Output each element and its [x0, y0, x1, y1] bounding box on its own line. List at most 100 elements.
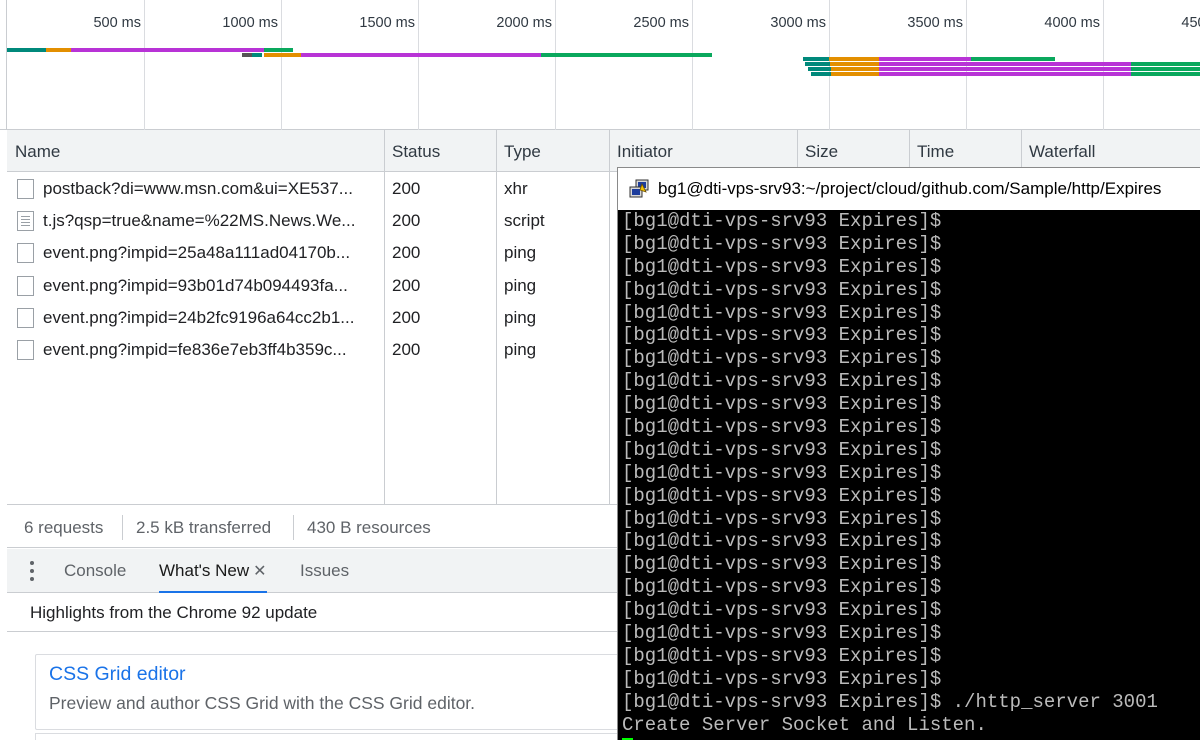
column-header-waterfall[interactable]: Waterfall: [1021, 130, 1200, 172]
terminal-window[interactable]: bg1@dti-vps-srv93:~/project/cloud/github…: [617, 167, 1200, 740]
timeline-bar-dns: [829, 57, 879, 61]
timeline-bar-download: [1131, 67, 1200, 71]
timeline-bar-waiting: [71, 48, 264, 52]
putty-app-icon: [629, 179, 649, 198]
overview-tick-label: 4000 ms: [1044, 15, 1100, 31]
terminal-line: [bg1@dti-vps-srv93 Expires]$: [622, 370, 942, 393]
column-header-time[interactable]: Time: [909, 130, 1021, 172]
timeline-bar-stalled: [803, 57, 829, 61]
terminal-line: [bg1@dti-vps-srv93 Expires]$: [622, 461, 942, 484]
overview-tick-label: 2000 ms: [496, 15, 552, 31]
terminal-line: [bg1@dti-vps-srv93 Expires]$: [622, 393, 942, 416]
tab-issues[interactable]: Issues: [300, 549, 349, 593]
request-status: 200: [392, 243, 421, 262]
request-name: event.png?impid=fe836e7eb3ff4b359c...: [43, 340, 347, 359]
overview-gridline: [692, 0, 693, 130]
summary-divider: [122, 515, 123, 540]
request-status: 200: [392, 211, 421, 230]
summary-divider: [293, 515, 294, 540]
tab-whats-new-label: What's New: [159, 561, 250, 580]
request-status: 200: [392, 308, 421, 327]
terminal-line: [bg1@dti-vps-srv93 Expires]$: [622, 484, 942, 507]
overview-tick-label: 1500 ms: [359, 15, 415, 31]
column-header-initiator[interactable]: Initiator: [609, 130, 797, 172]
request-name: postback?di=www.msn.com&ui=XE537...: [43, 179, 353, 198]
timeline-bar-dns: [46, 48, 71, 52]
terminal-line: [bg1@dti-vps-srv93 Expires]$: [622, 210, 942, 232]
request-type: script: [504, 211, 545, 230]
close-tab-icon[interactable]: ✕: [253, 563, 266, 580]
timeline-bar-waiting: [879, 67, 1131, 71]
overview-gridline: [555, 0, 556, 130]
request-type: ping: [504, 243, 537, 262]
overview-tick-label: 500 ms: [93, 15, 141, 31]
summary-transferred: 2.5 kB transferred: [136, 518, 272, 537]
script-file-icon: [17, 211, 34, 231]
terminal-line: [bg1@dti-vps-srv93 Expires]$: [622, 347, 942, 370]
column-header-status[interactable]: Status: [384, 130, 496, 172]
timeline-bar-dns: [264, 53, 301, 57]
request-name: t.js?qsp=true&name=%22MS.News.We...: [43, 211, 356, 230]
tab-console[interactable]: Console: [64, 549, 126, 593]
timeline-bar-download: [264, 48, 293, 52]
terminal-line: [bg1@dti-vps-srv93 Expires]$ ./http_serv…: [622, 690, 1158, 713]
overview-tick-label: 1000 ms: [222, 15, 278, 31]
overview-gridline: [418, 0, 419, 130]
request-status: 200: [392, 276, 421, 295]
terminal-line: [bg1@dti-vps-srv93 Expires]$: [622, 232, 942, 255]
timeline-bar-download: [1131, 72, 1200, 76]
whats-new-highlights-text: Highlights from the Chrome 92 update: [30, 603, 318, 622]
terminal-line: [bg1@dti-vps-srv93 Expires]$: [622, 301, 942, 324]
timeline-bar-stalled: [805, 62, 830, 66]
terminal-line: [bg1@dti-vps-srv93 Expires]$: [622, 507, 942, 530]
terminal-line: [bg1@dti-vps-srv93 Expires]$: [622, 622, 942, 645]
overview-tick-label: 3500 ms: [907, 15, 963, 31]
terminal-line: [bg1@dti-vps-srv93 Expires]$: [622, 553, 942, 576]
timeline-bar-stalled: [7, 48, 46, 52]
document-icon: [17, 340, 34, 360]
document-icon: [17, 179, 34, 199]
summary-request-count: 6 requests: [24, 518, 104, 537]
terminal-line: [bg1@dti-vps-srv93 Expires]$: [622, 644, 942, 667]
timeline-bar-waiting: [879, 62, 1131, 66]
timeline-bar-queued: [242, 53, 252, 57]
request-name: event.png?impid=25a48a111ad04170b...: [43, 243, 351, 262]
timeline-bar-stalled: [808, 67, 831, 71]
terminal-line: [bg1@dti-vps-srv93 Expires]$: [622, 438, 942, 461]
terminal-line: [bg1@dti-vps-srv93 Expires]$: [622, 255, 942, 278]
request-status: 200: [392, 179, 421, 198]
terminal-output[interactable]: [bg1@dti-vps-srv93 Expires]$ [bg1@dti-vp…: [622, 210, 1200, 740]
request-type: ping: [504, 276, 537, 295]
column-header-size[interactable]: Size: [797, 130, 909, 172]
terminal-title-bar[interactable]: bg1@dti-vps-srv93:~/project/cloud/github…: [618, 168, 1200, 210]
document-icon: [17, 276, 34, 296]
timeline-bar-download: [971, 57, 1055, 61]
timeline-bar-download: [541, 53, 712, 57]
request-name: event.png?impid=24b2fc9196a64cc2b1...: [43, 308, 355, 327]
overview-tick-label: 4500 ms: [1181, 15, 1200, 31]
column-header-type[interactable]: Type: [496, 130, 609, 172]
request-type: ping: [504, 340, 537, 359]
timeline-bar-stalled: [811, 72, 831, 76]
feature-card-description: Preview and author CSS Grid with the CSS…: [49, 693, 476, 713]
terminal-line: [bg1@dti-vps-srv93 Expires]$: [622, 278, 942, 301]
column-header-name[interactable]: Name: [7, 130, 384, 172]
request-name: event.png?impid=93b01d74b094493fa...: [43, 276, 348, 295]
overview-gridline: [144, 0, 145, 130]
terminal-line: Create Server Socket and Listen.: [622, 713, 987, 736]
network-overview-timeline[interactable]: 500 ms 1000 ms 1500 ms 2000 ms 2500 ms 3…: [0, 0, 1200, 130]
overview-tick-label: 3000 ms: [770, 15, 826, 31]
request-type: ping: [504, 308, 537, 327]
terminal-line: [bg1@dti-vps-srv93 Expires]$: [622, 667, 942, 690]
terminal-line: [bg1@dti-vps-srv93 Expires]$: [622, 416, 942, 439]
timeline-bar-dns: [830, 62, 879, 66]
more-options-icon[interactable]: [30, 561, 34, 581]
timeline-bar-waiting: [301, 53, 541, 57]
terminal-line: [bg1@dti-vps-srv93 Expires]$: [622, 576, 942, 599]
tab-whats-new[interactable]: What's New ✕: [159, 549, 267, 593]
feature-card-title-link[interactable]: CSS Grid editor: [49, 663, 186, 686]
terminal-title-text: bg1@dti-vps-srv93:~/project/cloud/github…: [658, 179, 1162, 198]
overview-gridline: [281, 0, 282, 130]
timeline-bar-dns: [831, 67, 879, 71]
document-icon: [17, 243, 34, 263]
